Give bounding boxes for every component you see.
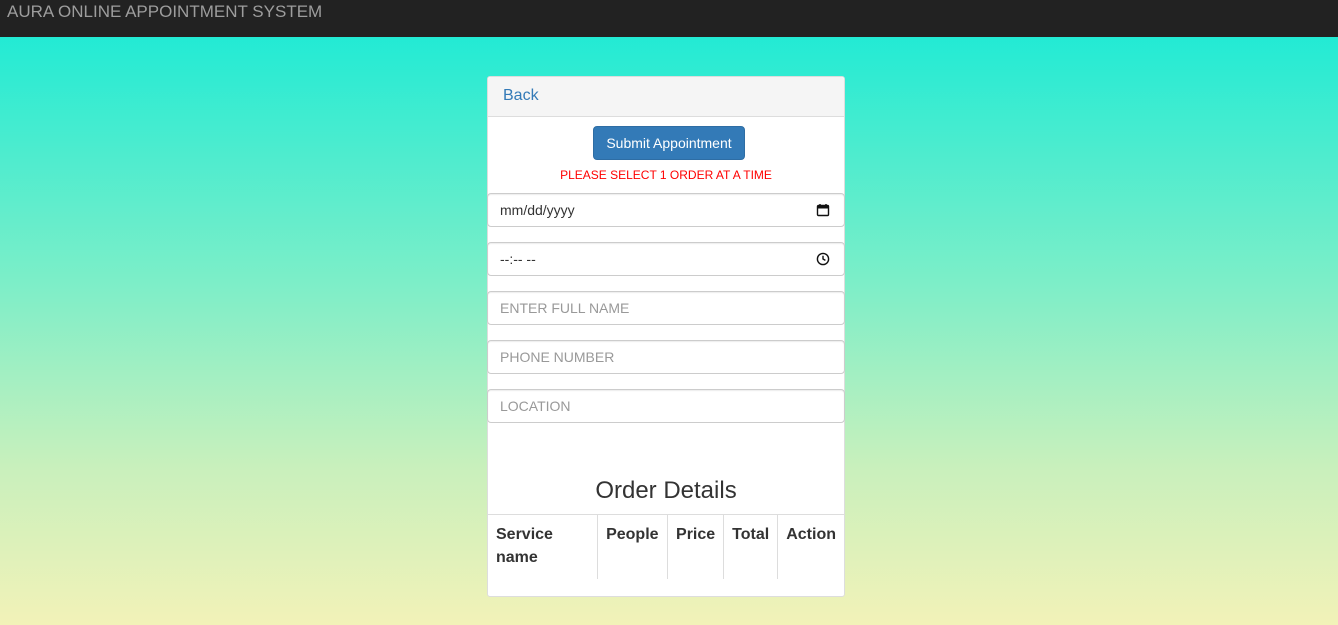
submit-appointment-button[interactable]: Submit Appointment [593,126,745,160]
order-details-title: Order Details [595,477,737,504]
clock-icon[interactable] [816,252,830,266]
order-table: Service name People Price Total Action [488,514,844,579]
column-header-service-name: Service name [496,526,553,566]
time-input-value: --:-- -- [500,251,536,267]
back-link[interactable]: Back [503,87,539,105]
appointment-panel: Back Submit Appointment PLEASE SELECT 1 … [487,76,845,597]
column-header-people: People [597,514,668,579]
phone-number-input[interactable]: PHONE NUMBER [487,340,845,374]
app-title[interactable]: AURA ONLINE APPOINTMENT SYSTEM [7,2,322,22]
full-name-input[interactable]: ENTER FULL NAME [487,291,845,325]
location-input[interactable]: LOCATION [487,389,845,423]
column-header-price: Price [667,514,724,579]
panel-heading: Back [488,77,844,117]
column-header-action: Action [777,514,844,579]
location-placeholder: LOCATION [500,398,571,414]
top-navbar: AURA ONLINE APPOINTMENT SYSTEM [0,0,1338,37]
full-name-placeholder: ENTER FULL NAME [500,300,630,316]
order-table-header-row: Service name People Price Total Action [488,514,844,579]
warning-message: PLEASE SELECT 1 ORDER AT A TIME [560,168,772,182]
date-input[interactable]: mm/dd/yyyy [487,193,845,227]
time-input[interactable]: --:-- -- [487,242,845,276]
phone-number-placeholder: PHONE NUMBER [500,349,615,365]
column-header-total: Total [723,514,778,579]
calendar-icon[interactable] [816,203,830,217]
date-input-value: mm/dd/yyyy [500,202,575,218]
